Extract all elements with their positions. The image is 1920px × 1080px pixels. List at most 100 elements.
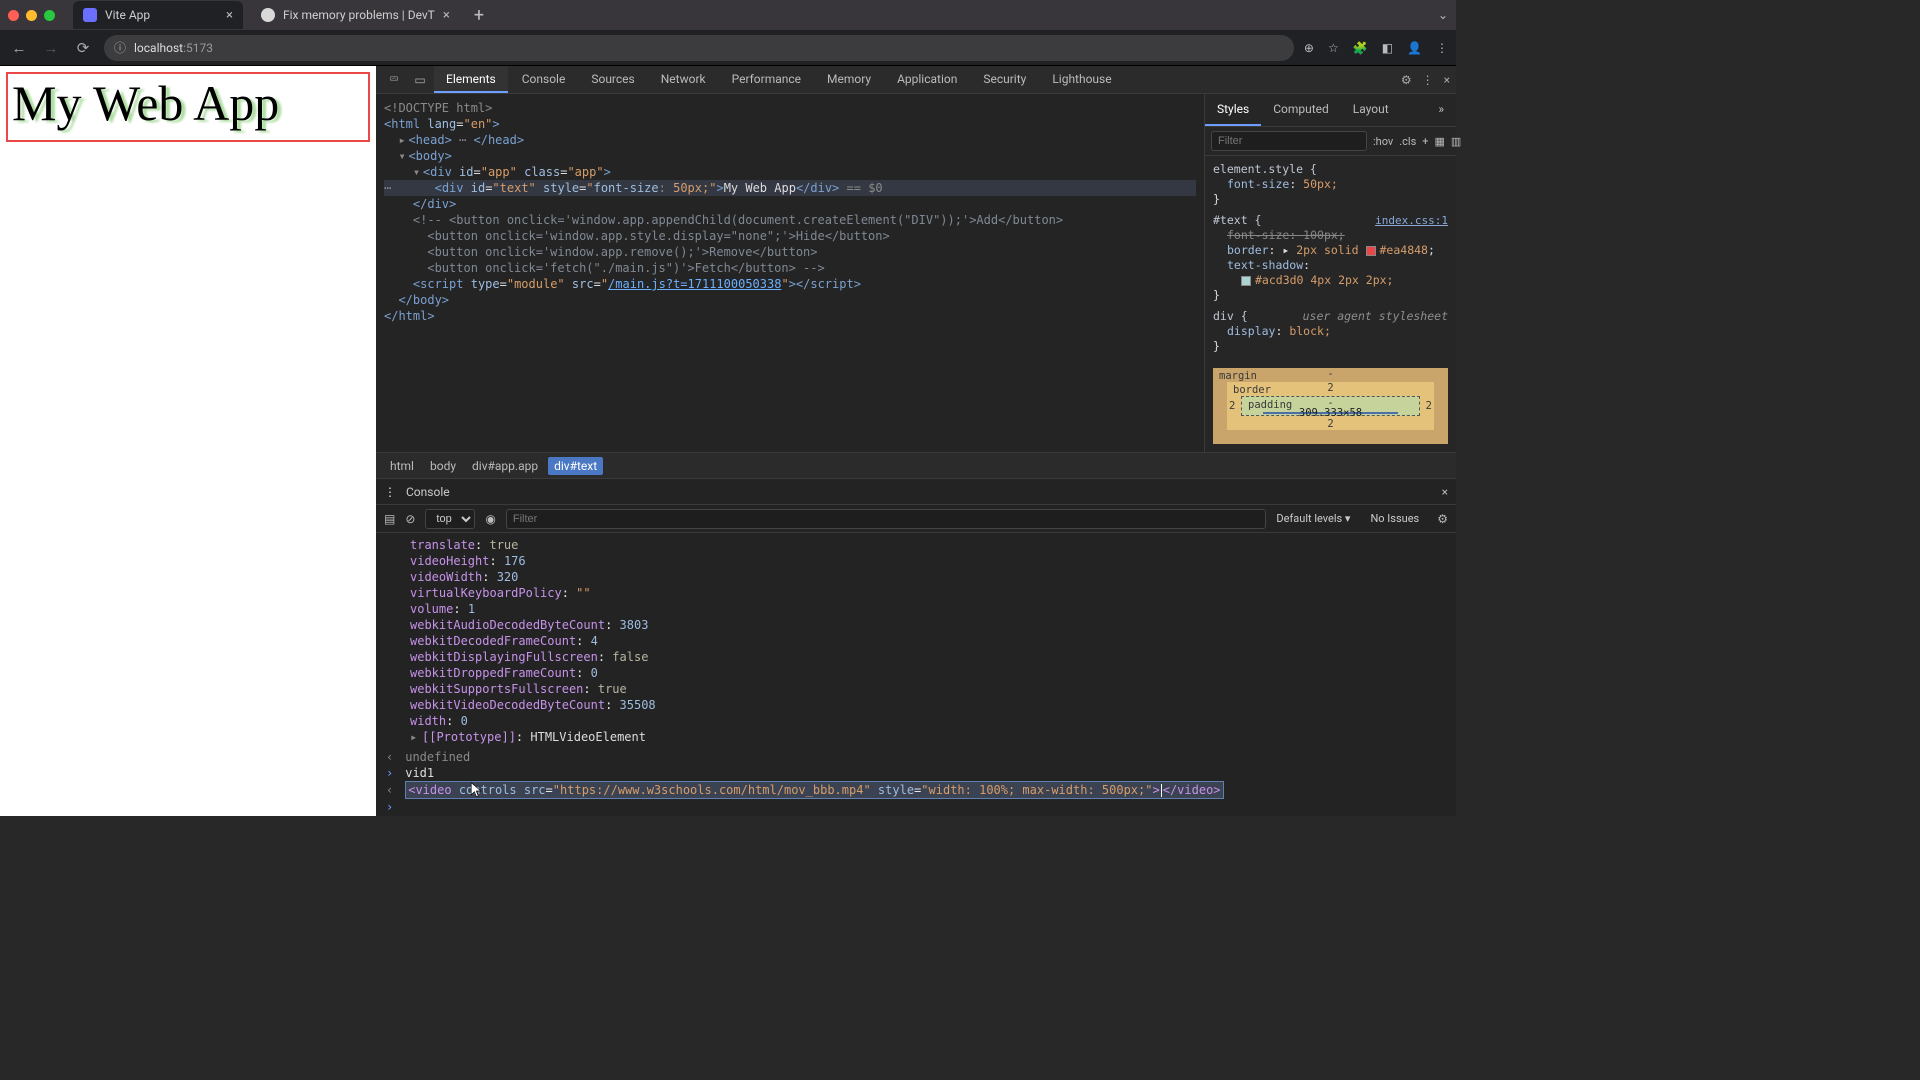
object-property-row: webkitDecodedFrameCount: 4 — [386, 633, 1446, 649]
titlebar: Vite App × Fix memory problems | DevT × … — [0, 0, 1456, 30]
chevron-down-icon[interactable]: ⌄ — [1438, 8, 1448, 22]
log-levels-dropdown[interactable]: Default levels ▾ — [1276, 512, 1350, 525]
console-return-undefined: undefined — [405, 750, 470, 764]
zoom-icon[interactable]: ⊕ — [1304, 41, 1314, 55]
console-drawer: ⋮ Console × ▤ ⊘ top ◉ Default levels ▾ N… — [376, 478, 1456, 816]
object-property-row: volume: 1 — [386, 601, 1446, 617]
console-input-echo: vid1 — [405, 766, 434, 780]
extensions-icon[interactable]: 🧩 — [1353, 41, 1368, 55]
minimize-window-button[interactable] — [26, 10, 37, 21]
tab-application[interactable]: Application — [885, 66, 969, 93]
console-video-element[interactable]: <video controls src="https://www.w3schoo… — [405, 781, 1223, 799]
clear-console-icon[interactable]: ⊘ — [405, 512, 415, 526]
devtools-tabbar: ⮹ ▭ Elements Console Sources Network Per… — [376, 66, 1456, 94]
site-info-icon[interactable]: ⓘ — [114, 39, 126, 56]
tab-title: Fix memory problems | DevT — [283, 8, 435, 22]
bookmark-icon[interactable]: ☆ — [1328, 41, 1339, 55]
tab-lighthouse[interactable]: Lighthouse — [1040, 66, 1123, 93]
settings-icon[interactable]: ⚙ — [1401, 73, 1412, 87]
issues-label: No Issues — [1370, 512, 1419, 525]
object-property-row: webkitSupportsFullscreen: true — [386, 681, 1446, 697]
rule-selector[interactable]: div { — [1213, 309, 1248, 323]
source-link[interactable]: index.css:1 — [1375, 213, 1448, 228]
elements-tree[interactable]: <!DOCTYPE html> <html lang="en"> ▸<head>… — [376, 94, 1204, 452]
rule-selector[interactable]: element.style { — [1213, 162, 1317, 176]
kebab-menu-icon[interactable]: ⋮ — [1422, 73, 1434, 87]
hov-toggle[interactable]: :hov — [1373, 135, 1393, 148]
tab-elements[interactable]: Elements — [434, 66, 508, 93]
comment-line: <button onclick='fetch("./main.js")'>Fet… — [427, 261, 824, 275]
crumb-body[interactable]: body — [424, 457, 462, 475]
sidebar-tab-layout[interactable]: Layout — [1341, 94, 1401, 126]
computed-toggle-icon[interactable]: ▥ — [1451, 135, 1461, 148]
reload-button[interactable]: ⟳ — [72, 39, 94, 57]
tab-memory[interactable]: Memory — [815, 66, 883, 93]
close-tab-icon[interactable]: × — [443, 8, 450, 23]
comment-line: <button onclick='window.app.style.displa… — [427, 229, 889, 243]
chrome-favicon-icon — [261, 8, 275, 22]
drawer-menu-icon[interactable]: ⋮ — [384, 485, 396, 499]
object-property-row: videoWidth: 320 — [386, 569, 1446, 585]
browser-tab-active[interactable]: Vite App × — [73, 1, 243, 29]
box-model-diagram[interactable]: margin - border 2 2 2 2 padding - 309.33… — [1213, 368, 1448, 444]
new-tab-button[interactable]: + — [468, 5, 490, 26]
sidebar-tab-styles[interactable]: Styles — [1205, 94, 1261, 126]
sidebar-tab-more-icon[interactable]: » — [1426, 94, 1456, 126]
tab-console[interactable]: Console — [510, 66, 578, 93]
back-button[interactable]: ← — [8, 39, 30, 57]
styles-sidebar: Styles Computed Layout » :hov .cls + ▦ ▥… — [1204, 94, 1456, 452]
new-style-rule-icon[interactable]: + — [1422, 135, 1428, 148]
window-controls — [8, 10, 55, 21]
elements-breadcrumb: html body div#app.app div#text — [376, 452, 1456, 478]
flex-align-icon[interactable]: ▦ — [1435, 135, 1445, 148]
doctype-line: <!DOCTYPE html> — [384, 101, 492, 115]
profile-icon[interactable]: 👤 — [1407, 41, 1422, 55]
crumb-text[interactable]: div#text — [548, 457, 603, 475]
browser-tab-inactive[interactable]: Fix memory problems | DevT × — [251, 1, 460, 29]
tab-sources[interactable]: Sources — [579, 66, 646, 93]
object-property-row: webkitDroppedFrameCount: 0 — [386, 665, 1446, 681]
console-settings-icon[interactable]: ⚙ — [1437, 512, 1448, 526]
object-property-row: width: 0 — [386, 713, 1446, 729]
live-expression-icon[interactable]: ◉ — [485, 512, 495, 526]
kebab-menu-icon[interactable]: ⋮ — [1436, 41, 1448, 55]
box-model-content-size: 309.333×58 — [1299, 407, 1362, 419]
url-input[interactable]: ⓘ localhost:5173 — [104, 35, 1294, 61]
sidebar-toggle-icon[interactable]: ▤ — [384, 512, 395, 526]
close-tab-icon[interactable]: × — [226, 8, 233, 23]
object-property-row: virtualKeyboardPolicy: "" — [386, 585, 1446, 601]
object-property-row: webkitAudioDecodedByteCount: 3803 — [386, 617, 1446, 633]
address-bar: ← → ⟳ ⓘ localhost:5173 ⊕ ☆ 🧩 ◧ 👤 ⋮ — [0, 30, 1456, 66]
devtools-panel: ⮹ ▭ Elements Console Sources Network Per… — [376, 66, 1456, 816]
rule-selector[interactable]: #text { — [1213, 213, 1261, 227]
cls-toggle[interactable]: .cls — [1399, 135, 1416, 148]
tab-performance[interactable]: Performance — [720, 66, 813, 93]
console-filter-input[interactable] — [506, 509, 1267, 529]
close-window-button[interactable] — [8, 10, 19, 21]
context-select[interactable]: top — [425, 509, 475, 529]
console-output[interactable]: translate: truevideoHeight: 176videoWidt… — [376, 533, 1456, 816]
crumb-app[interactable]: div#app.app — [466, 457, 544, 475]
tab-security[interactable]: Security — [971, 66, 1038, 93]
app-heading: My Web App — [6, 72, 370, 142]
object-property-row: translate: true — [386, 537, 1446, 553]
close-devtools-icon[interactable]: × — [1444, 73, 1450, 87]
styles-filter-input[interactable] — [1211, 131, 1367, 151]
close-drawer-icon[interactable]: × — [1442, 485, 1448, 499]
drawer-tab-console[interactable]: Console — [406, 485, 450, 499]
toolbar-right: ⊕ ☆ 🧩 ◧ 👤 ⋮ — [1304, 41, 1448, 55]
comment-line: <button onclick='window.app.remove();'>R… — [427, 245, 817, 259]
device-toolbar-icon[interactable]: ▭ — [408, 66, 432, 93]
tab-network[interactable]: Network — [649, 66, 718, 93]
comment-line: <!-- <button onclick='window.app.appendC… — [413, 213, 1063, 227]
sidebar-tab-computed[interactable]: Computed — [1261, 94, 1341, 126]
object-property-row: videoHeight: 176 — [386, 553, 1446, 569]
crumb-html[interactable]: html — [384, 457, 420, 475]
page-viewport: My Web App — [0, 66, 376, 816]
object-property-row: webkitDisplayingFullscreen: false — [386, 649, 1446, 665]
selected-element-row[interactable]: ⋯ <div id="text" style="font-size: 50px;… — [384, 180, 1196, 196]
forward-button: → — [40, 39, 62, 57]
inspect-icon[interactable]: ⮹ — [382, 66, 406, 93]
side-panel-icon[interactable]: ◧ — [1382, 41, 1393, 55]
maximize-window-button[interactable] — [44, 10, 55, 21]
